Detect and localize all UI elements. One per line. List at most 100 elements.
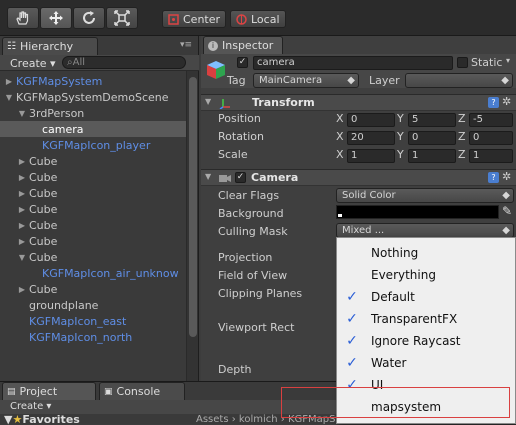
axis-z-label[interactable]: Z	[458, 112, 466, 125]
culling-menu-item[interactable]: Everything	[337, 264, 515, 286]
hierarchy-item[interactable]: groundplane	[0, 297, 186, 313]
culling-menu-item[interactable]: ✓ Ignore Raycast	[337, 330, 515, 352]
culling-menu-item-label: Water	[371, 356, 407, 370]
hierarchy-item[interactable]: ▼ 3rdPerson	[0, 105, 186, 121]
axis-z-label[interactable]: Z	[458, 130, 466, 143]
hierarchy-item[interactable]: ▼ Cube	[0, 249, 186, 265]
foldout-arrow-icon[interactable]: ▼	[17, 253, 27, 262]
scale-tool-button[interactable]	[106, 7, 138, 29]
culling-menu-item[interactable]: Nothing	[337, 242, 515, 264]
axis-y-label[interactable]: Y	[397, 130, 404, 143]
scrollbar-thumb[interactable]	[189, 77, 197, 337]
pivot-local-toggle[interactable]: Local	[230, 10, 286, 28]
camera-header[interactable]: ▼ ✓ Camera ? ✲	[201, 169, 516, 186]
help-icon[interactable]: ?	[488, 172, 499, 183]
hierarchy-item[interactable]: camera	[0, 121, 186, 137]
layer-dropdown[interactable]: ◆	[405, 73, 513, 88]
axis-y-label[interactable]: Y	[397, 112, 404, 125]
transform-x-field[interactable]: 20	[347, 131, 395, 145]
foldout-arrow-icon[interactable]: ▶	[17, 221, 27, 230]
hierarchy-item[interactable]: ▶ Cube	[0, 185, 186, 201]
chevron-down-icon: ◆	[502, 190, 510, 201]
panel-menu-icon[interactable]: ▾≡	[180, 40, 192, 50]
hierarchy-item[interactable]: ▶ KGFMapSystem	[0, 73, 186, 89]
hierarchy-search-input[interactable]: ⌕All	[62, 56, 186, 69]
culling-menu-item[interactable]: ✓ Default	[337, 286, 515, 308]
foldout-arrow-icon[interactable]: ▶	[17, 189, 27, 198]
foldout-arrow-icon[interactable]: ▶	[4, 77, 14, 86]
camera-enabled-checkbox[interactable]: ✓	[235, 172, 246, 183]
hierarchy-item[interactable]: ▶ Cube	[0, 153, 186, 169]
background-color-field[interactable]	[336, 205, 499, 219]
hierarchy-scrollbar[interactable]	[186, 71, 198, 381]
axis-x-label[interactable]: X	[336, 112, 344, 125]
foldout-arrow-icon[interactable]: ▶	[17, 237, 27, 246]
hierarchy-tab-label: Hierarchy	[19, 40, 74, 53]
foldout-arrow-icon[interactable]: ▶	[17, 157, 27, 166]
hierarchy-item[interactable]: KGFMapIcon_east	[0, 313, 186, 329]
foldout-arrow-icon[interactable]: ▼	[205, 172, 211, 181]
hierarchy-item[interactable]: ▼ KGFMapSystemDemoScene	[0, 89, 186, 105]
culling-menu-item[interactable]: ✓ Water	[337, 352, 515, 374]
tab-console[interactable]: ▣ Console	[99, 382, 185, 400]
transform-header[interactable]: ▼ Transform ? ✲	[201, 94, 516, 111]
static-checkbox[interactable]	[457, 57, 468, 68]
tab-hierarchy[interactable]: ☷ Hierarchy	[2, 37, 98, 55]
transform-z-field[interactable]: -5	[469, 113, 513, 127]
hierarchy-panel: ☷ Hierarchy ▾≡ Create ▾ ⌕All ▶ KGFMapSyst…	[0, 36, 199, 381]
active-checkbox[interactable]: ✓	[237, 57, 248, 68]
tab-project[interactable]: ▤ Project	[2, 382, 96, 400]
transform-y-field[interactable]: 1	[408, 149, 456, 163]
eyedropper-icon[interactable]: ✎	[502, 204, 512, 218]
culling-mask-dropdown[interactable]: Mixed ... ◆	[336, 223, 514, 238]
hierarchy-item[interactable]: KGFMapIcon_north	[0, 329, 186, 345]
foldout-arrow-icon[interactable]: ▼	[17, 109, 27, 118]
rotate-tool-button[interactable]	[73, 7, 105, 29]
local-label: Local	[251, 12, 280, 26]
axis-x-label[interactable]: X	[336, 148, 344, 161]
inspector-tab-label: Inspector	[222, 39, 274, 52]
transform-z-field[interactable]: 1	[469, 149, 513, 163]
axis-z-label[interactable]: Z	[458, 148, 466, 161]
move-tool-button[interactable]	[40, 7, 72, 29]
foldout-arrow-icon[interactable]: ▼	[4, 93, 14, 102]
static-dropdown-icon[interactable]: ▾	[506, 56, 510, 65]
axis-y-label[interactable]: Y	[397, 148, 404, 161]
transform-y-field[interactable]: 5	[408, 113, 456, 127]
hand-tool-button[interactable]	[7, 7, 39, 29]
transform-x-field[interactable]: 0	[347, 113, 395, 127]
tag-dropdown[interactable]: MainCamera ◆	[253, 73, 359, 88]
help-icon[interactable]: ?	[488, 97, 499, 108]
tag-label: Tag	[227, 74, 246, 87]
hierarchy-item[interactable]: KGFMapIcon_air_unknow	[0, 265, 186, 281]
culling-menu-item[interactable]: ✓ TransparentFX	[337, 308, 515, 330]
foldout-arrow-icon[interactable]: ▼	[205, 97, 211, 106]
create-dropdown[interactable]: Create ▾	[10, 57, 56, 70]
axis-x-label[interactable]: X	[336, 130, 344, 143]
foldout-arrow-icon[interactable]: ▶	[17, 173, 27, 182]
gear-icon[interactable]: ✲	[502, 95, 511, 108]
transform-y-field[interactable]: 0	[408, 131, 456, 145]
object-name-field[interactable]: camera	[253, 56, 453, 70]
transform-x-field[interactable]: 1	[347, 149, 395, 163]
project-create-label: Create	[10, 401, 44, 412]
clear-flags-dropdown[interactable]: Solid Color ◆	[336, 188, 514, 203]
favorites-item[interactable]: ▼★Favorites	[4, 414, 80, 425]
checkmark-icon: ✓	[346, 311, 358, 327]
hierarchy-item[interactable]: KGFMapIcon_player	[0, 137, 186, 153]
foldout-arrow-icon[interactable]: ▶	[17, 205, 27, 214]
transform-z-field[interactable]: 0	[469, 131, 513, 145]
tab-inspector[interactable]: i Inspector	[203, 36, 283, 54]
gear-icon[interactable]: ✲	[502, 170, 511, 183]
hierarchy-item[interactable]: ▶ Cube	[0, 201, 186, 217]
foldout-arrow-icon[interactable]: ▶	[17, 285, 27, 294]
hierarchy-item[interactable]: ▶ Cube	[0, 217, 186, 233]
viewport-rect-label: Viewport Rect	[218, 321, 295, 334]
project-create-dropdown[interactable]: Create ▾	[10, 401, 51, 412]
chevron-down-icon: ◆	[347, 75, 355, 86]
camera-title: Camera	[251, 171, 299, 184]
hierarchy-item[interactable]: ▶ Cube	[0, 281, 186, 297]
pivot-center-toggle[interactable]: Center	[162, 10, 227, 28]
hierarchy-item[interactable]: ▶ Cube	[0, 169, 186, 185]
hierarchy-item[interactable]: ▶ Cube	[0, 233, 186, 249]
